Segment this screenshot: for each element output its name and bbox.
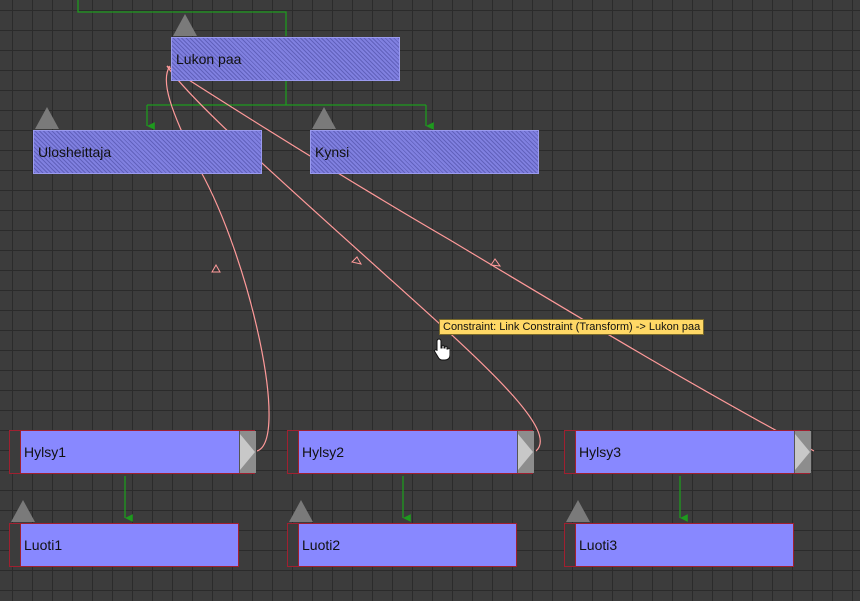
triangle-up-icon [566, 500, 590, 522]
node-lukon-paa[interactable]: Lukon paa [171, 37, 400, 81]
triangle-up-icon [289, 500, 313, 522]
arrow-up-icon [351, 256, 362, 265]
node-hylsy3[interactable]: Hylsy3 [564, 430, 811, 474]
triangle-right-icon[interactable] [517, 431, 534, 473]
hand-pointer-icon [434, 338, 450, 361]
triangle-up-icon [35, 107, 59, 129]
constraint-wires [165, 65, 815, 452]
node-label: Hylsy1 [24, 444, 67, 460]
node-label: Hylsy2 [302, 444, 345, 460]
node-label: Luoti2 [302, 537, 341, 553]
triangle-right-icon[interactable] [794, 431, 811, 473]
triangle-up-icon [312, 107, 336, 129]
node-luoti3[interactable]: Luoti3 [564, 523, 794, 567]
node-label: Lukon paa [176, 51, 242, 67]
arrow-up-icon [490, 258, 502, 267]
constraint-hylsy3-to-lukon-paa[interactable] [166, 65, 815, 452]
node-label: Ulosheittaja [38, 144, 112, 160]
constraint-hylsy2-to-lukon-paa[interactable] [166, 65, 541, 452]
triangle-up-icon [173, 14, 197, 36]
schematic-canvas[interactable] [0, 0, 860, 601]
node-hylsy2[interactable]: Hylsy2 [287, 430, 534, 474]
node-luoti1[interactable]: Luoti1 [9, 523, 239, 567]
node-luoti2[interactable]: Luoti2 [287, 523, 517, 567]
constraint-tooltip: Constraint: Link Constraint (Transform) … [439, 319, 705, 335]
node-kynsi[interactable]: Kynsi [310, 130, 539, 174]
constraint-hylsy1-to-lukon-paa[interactable] [165, 65, 270, 452]
node-hylsy1[interactable]: Hylsy1 [9, 430, 256, 474]
triangle-right-icon[interactable] [239, 431, 256, 473]
node-label: Hylsy3 [579, 444, 622, 460]
node-label: Luoti1 [24, 537, 63, 553]
triangle-up-icon [11, 500, 35, 522]
arrow-up-icon [211, 263, 221, 273]
node-ulosheittaja[interactable]: Ulosheittaja [33, 130, 262, 174]
node-label: Kynsi [315, 144, 350, 160]
constraint-direction-arrows [211, 256, 502, 273]
node-label: Luoti3 [579, 537, 618, 553]
